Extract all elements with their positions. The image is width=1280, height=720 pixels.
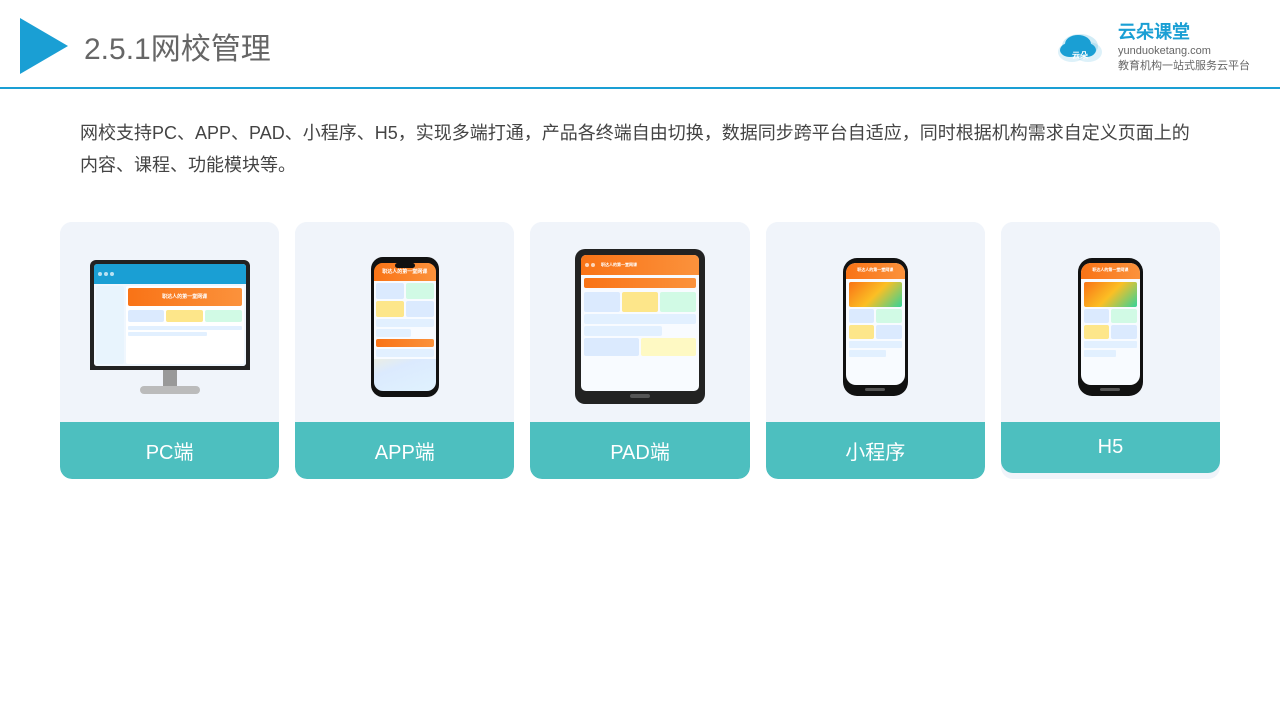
h5-grid-4 <box>1111 325 1137 339</box>
monitor-main: 职达人的第一堂网课 <box>126 286 244 364</box>
phone-sm-h5-row-2 <box>1084 350 1116 357</box>
svg-text:云朵: 云朵 <box>1072 50 1088 60</box>
phone-notch <box>395 263 415 268</box>
monitor-top-bar <box>94 264 246 284</box>
tab-dot2 <box>591 263 595 267</box>
phone-row-3 <box>376 339 434 347</box>
phone-sm-mockup-mini: 职达人的第一堂网课 <box>843 258 908 396</box>
tablet-home-button <box>630 394 650 398</box>
h5-grid-1 <box>1084 309 1110 323</box>
card-h5-image: 职达人的第一堂网课 <box>1001 222 1220 422</box>
card-pc-image: 职达人的第一堂网课 <box>60 222 279 422</box>
card-pad: 职达人的第一堂网课 <box>530 222 749 479</box>
mini-grid-3 <box>849 325 875 339</box>
phone-content <box>374 281 436 359</box>
tab-grid-3 <box>660 292 696 312</box>
page-title: 2.5.1网校管理 <box>84 24 271 68</box>
card-app-label: APP端 <box>295 422 514 479</box>
tab-row-orange <box>584 278 696 288</box>
brand-name: 云朵课堂 <box>1118 18 1250 44</box>
phone-sm-h5-row-1 <box>1084 341 1137 348</box>
section-number: 2.5.1 <box>84 33 151 66</box>
card-pad-image: 职达人的第一堂网课 <box>530 222 749 422</box>
phone-sm-top-h5: 职达人的第一堂网课 <box>1081 263 1140 279</box>
cards-container: 职达人的第一堂网课 <box>0 202 1280 509</box>
tablet-content <box>581 275 699 391</box>
card-pad-label: PAD端 <box>530 422 749 479</box>
monitor-screen: 职达人的第一堂网课 <box>94 264 246 366</box>
card-mini: 职达人的第一堂网课 <box>766 222 985 479</box>
monitor-stand-neck <box>163 370 177 386</box>
title-text: 网校管理 <box>151 33 271 66</box>
grid-item-4 <box>406 301 434 317</box>
brand-url: yunduoketang.com <box>1118 44 1250 59</box>
card-mini-label: 小程序 <box>766 422 985 479</box>
mini-grid-2 <box>876 309 902 323</box>
phone-sm-top-mini: 职达人的第一堂网课 <box>846 263 905 279</box>
monitor-body: 职达人的第一堂网课 <box>90 260 250 370</box>
tablet-top-bar: 职达人的第一堂网课 <box>581 255 699 275</box>
phone-sm-row-2 <box>849 350 886 357</box>
monitor-sidebar <box>96 286 124 364</box>
phone-row-1 <box>376 319 434 327</box>
card-pc-label: PC端 <box>60 422 279 479</box>
mini-grid-1 <box>849 309 875 323</box>
phone-sm-row-1 <box>849 341 902 348</box>
phone-sm-screen-h5: 职达人的第一堂网课 <box>1081 263 1140 385</box>
grid-item-3 <box>376 301 404 317</box>
tablet-grid <box>584 292 696 312</box>
card-mini-image: 职达人的第一堂网课 <box>766 222 985 422</box>
phone-sm-mockup-h5: 职达人的第一堂网课 <box>1078 258 1143 396</box>
monitor-stand-base <box>140 386 200 394</box>
phone-sm-grid-h5 <box>1084 309 1137 339</box>
tablet-screen: 职达人的第一堂网课 <box>581 255 699 391</box>
dot1 <box>98 272 102 276</box>
phone-screen-app: 职达人的第一堂网课 <box>374 263 436 391</box>
phone-sm-grid <box>849 309 902 339</box>
phone-grid <box>376 283 434 317</box>
phone-mockup-app: 职达人的第一堂网课 <box>371 257 439 397</box>
description-paragraph: 网校支持PC、APP、PAD、小程序、H5，实现多端打通，产品各终端自由切换，数… <box>80 117 1200 182</box>
phone-sm-content-h5 <box>1081 279 1140 385</box>
card-pc: 职达人的第一堂网课 <box>60 222 279 479</box>
tab-grid-2 <box>622 292 658 312</box>
tab-row-1 <box>584 314 696 324</box>
phone-sm-home-mini <box>865 388 885 391</box>
card-app-image: 职达人的第一堂网课 <box>295 222 514 422</box>
card-h5: 职达人的第一堂网课 <box>1001 222 1220 479</box>
grid-item-1 <box>376 283 404 299</box>
phone-sm-home-h5 <box>1100 388 1120 391</box>
dot3 <box>110 272 114 276</box>
brand-info: 云朵课堂 yunduoketang.com 教育机构一站式服务云平台 <box>1118 18 1250 75</box>
play-icon <box>20 18 68 74</box>
monitor-mockup: 职达人的第一堂网课 <box>90 260 250 394</box>
phone-sm-banner-h5 <box>1084 282 1137 307</box>
phone-sm-screen-mini: 职达人的第一堂网课 <box>846 263 905 385</box>
tab-row-2 <box>584 326 662 336</box>
header: 2.5.1网校管理 云朵 云朵课堂 yunduoketang.com 教育机构一… <box>0 0 1280 89</box>
phone-sm-content-mini <box>846 279 905 385</box>
brand-tagline: 教育机构一站式服务云平台 <box>1118 59 1250 74</box>
card-app: 职达人的第一堂网课 <box>295 222 514 479</box>
cloud-svg-icon: 云朵 <box>1050 26 1110 66</box>
description-text: 网校支持PC、APP、PAD、小程序、H5，实现多端打通，产品各终端自由切换，数… <box>0 89 1280 202</box>
monitor-content: 职达人的第一堂网课 <box>94 284 246 366</box>
tab-grid-1 <box>584 292 620 312</box>
h5-grid-2 <box>1111 309 1137 323</box>
grid-item-2 <box>406 283 434 299</box>
mini-grid-4 <box>876 325 902 339</box>
card-h5-label: H5 <box>1001 422 1220 473</box>
brand-logo: 云朵 云朵课堂 yunduoketang.com 教育机构一站式服务云平台 <box>1050 18 1250 75</box>
phone-row-4 <box>376 349 434 357</box>
header-left: 2.5.1网校管理 <box>20 18 271 74</box>
tab-dot1 <box>585 263 589 267</box>
tablet-mockup: 职达人的第一堂网课 <box>575 249 705 404</box>
h5-grid-3 <box>1084 325 1110 339</box>
dot2 <box>104 272 108 276</box>
phone-sm-banner <box>849 282 902 307</box>
phone-row-2 <box>376 329 411 337</box>
